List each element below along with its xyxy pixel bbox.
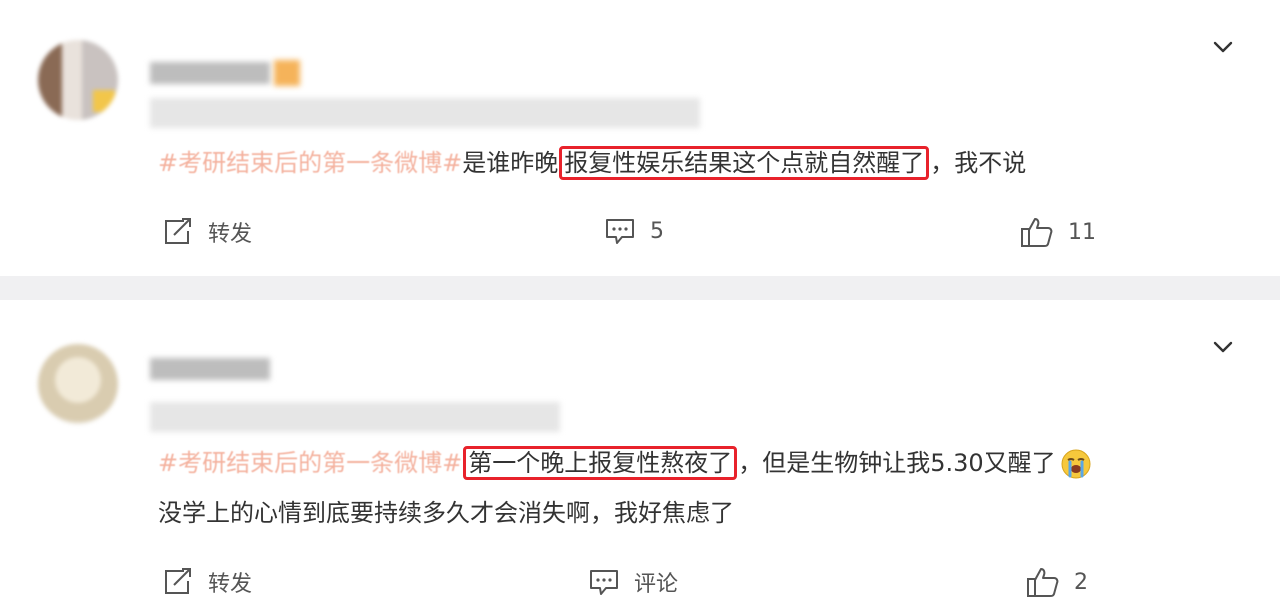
user-badge-blurred xyxy=(274,60,300,86)
post-text-start: 是谁昨晚 xyxy=(462,149,559,177)
crying-face-emoji xyxy=(1061,449,1091,479)
repost-icon xyxy=(165,568,191,594)
post-text: #考研结束后的第一条微博#是谁昨晚 报复性娱乐结果这个点就自然醒了 ，我不说 xyxy=(158,146,1026,180)
post-text-line-2: 没学上的心情到底要持续多久才会消失啊，我好焦虑了 xyxy=(158,499,734,527)
like-count: 11 xyxy=(1068,219,1096,245)
thumbs-up-icon xyxy=(1021,218,1053,247)
comment-button[interactable]: 5 xyxy=(604,216,664,246)
like-count: 2 xyxy=(1074,569,1088,595)
comment-icon xyxy=(590,570,618,595)
repost-label: 转发 xyxy=(208,222,253,247)
repost-button[interactable]: 转发 xyxy=(162,216,252,248)
post-card: #考研结束后的第一条微博# 第一个晚上报复性熬夜了 ，但是生物钟让我5.30又醒了 … xyxy=(0,300,1280,616)
post-text-end: ，但是生物钟让我5.30又醒了 xyxy=(738,449,1056,477)
username-blurred[interactable] xyxy=(150,358,270,380)
hashtag-link[interactable]: #考研结束后的第一条微博# xyxy=(158,149,462,177)
post-divider xyxy=(0,276,1280,300)
chevron-down-icon[interactable] xyxy=(1212,336,1234,358)
repost-button[interactable]: 转发 xyxy=(162,566,252,598)
avatar[interactable] xyxy=(38,344,118,424)
thumbs-up-icon xyxy=(1027,568,1059,597)
comment-icon xyxy=(606,219,634,244)
username-blurred[interactable] xyxy=(150,62,270,84)
chevron-down-icon[interactable] xyxy=(1212,36,1234,58)
repost-label: 转发 xyxy=(208,572,253,597)
post-card: #考研结束后的第一条微博#是谁昨晚 报复性娱乐结果这个点就自然醒了 ，我不说 转发 … xyxy=(0,0,1280,276)
repost-icon xyxy=(165,218,191,244)
hashtag-link[interactable]: #考研结束后的第一条微博# xyxy=(158,449,462,477)
post-meta-blurred xyxy=(150,402,560,432)
post-meta-blurred xyxy=(150,98,700,128)
action-bar: 转发 评论 2 xyxy=(0,566,1280,606)
post-text: #考研结束后的第一条微博# 第一个晚上报复性熬夜了 ，但是生物钟让我5.30又醒了 xyxy=(158,446,1092,480)
like-button[interactable]: 2 xyxy=(1026,566,1088,598)
highlighted-text: 报复性娱乐结果这个点就自然醒了 xyxy=(559,146,930,180)
action-bar: 转发 5 11 xyxy=(0,216,1280,256)
comment-label: 评论 xyxy=(634,572,679,597)
highlighted-text: 第一个晚上报复性熬夜了 xyxy=(463,446,738,480)
avatar[interactable] xyxy=(38,40,118,120)
comment-count: 5 xyxy=(650,218,664,244)
like-button[interactable]: 11 xyxy=(1020,216,1096,248)
comment-button[interactable]: 评论 xyxy=(588,566,678,598)
post-text-end: ，我不说 xyxy=(930,149,1027,177)
